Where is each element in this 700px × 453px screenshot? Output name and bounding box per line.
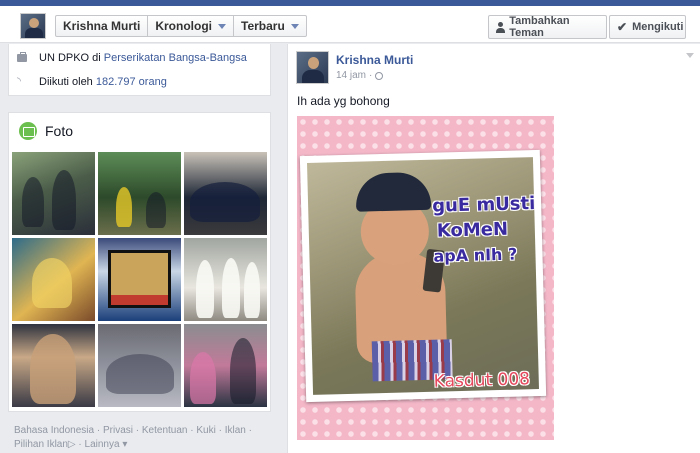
photo-icon	[19, 122, 37, 140]
post-author-avatar[interactable]	[296, 51, 329, 84]
breadcrumb: Krishna Murti Kronologi Terbaru	[55, 15, 307, 37]
footer-link-ad-choices[interactable]: Pilihan Iklan	[14, 439, 68, 450]
footer-link-cookies[interactable]: Kuki	[196, 425, 215, 436]
ad-choices-icon: ▷	[67, 439, 76, 450]
globe-icon[interactable]	[375, 71, 384, 80]
photos-header[interactable]: Foto	[19, 122, 73, 140]
post-author-name[interactable]: Krishna Murti	[336, 53, 413, 67]
add-person-icon	[496, 21, 506, 33]
meme-caption-line-1: guE mUsti	[431, 193, 536, 217]
footer-link-ads[interactable]: Iklan	[225, 425, 246, 436]
post-timestamp[interactable]: 14 jam	[336, 70, 366, 81]
footer-links: Bahasa Indonesia · Privasi · Ketentuan ·…	[14, 425, 252, 450]
following-button[interactable]: ✔ Mengikuti	[609, 15, 686, 39]
followers-row: ◝ Diikuti oleh 182.797 orang	[17, 76, 167, 88]
post-meta: 14 jam ·	[336, 70, 384, 81]
work-row: UN DPKO di Perserikatan Bangsa-Bangsa	[17, 51, 247, 65]
chevron-down-icon: ▾	[122, 439, 128, 450]
meme-watermark: Kasdut 008	[433, 369, 531, 392]
photo-grid	[12, 152, 268, 407]
photo-thumbnail[interactable]	[12, 152, 95, 235]
post-options-chevron-icon[interactable]	[686, 53, 694, 58]
intro-card: UN DPKO di Perserikatan Bangsa-Bangsa ◝ …	[8, 44, 271, 96]
footer-link-privacy[interactable]: Privasi	[103, 425, 133, 436]
child-photo: guE mUsti KoMeN apA nIh ? Kasdut 008	[307, 157, 539, 395]
checkmark-icon: ✔	[617, 20, 628, 34]
polaroid-frame: guE mUsti KoMeN apA nIh ? Kasdut 008	[299, 149, 547, 403]
photo-thumbnail[interactable]	[184, 238, 267, 321]
timeline-post: Krishna Murti 14 jam · Ih ada yg bohong …	[287, 44, 700, 453]
breadcrumb-profile-name[interactable]: Krishna Murti	[56, 16, 149, 36]
photo-thumbnail[interactable]	[98, 324, 181, 407]
breadcrumb-timeline-dropdown[interactable]: Kronologi	[148, 16, 234, 36]
photo-thumbnail[interactable]	[12, 324, 95, 407]
post-text: Ih ada yg bohong	[297, 94, 390, 108]
photo-thumbnail[interactable]	[98, 238, 181, 321]
add-friend-button[interactable]: Tambahkan Teman	[488, 15, 607, 39]
photos-title: Foto	[45, 123, 74, 139]
footer-link-terms[interactable]: Ketentuan	[142, 425, 188, 436]
briefcase-icon	[17, 52, 27, 62]
profile-avatar-small[interactable]	[20, 13, 46, 39]
footer-link-language[interactable]: Bahasa Indonesia	[14, 425, 94, 436]
work-org-link[interactable]: Perserikatan Bangsa-Bangsa	[104, 52, 247, 64]
photos-card: Foto	[8, 112, 271, 412]
timeline-header: Krishna Murti Kronologi Terbaru Tambahka…	[0, 6, 700, 43]
feed-icon: ◝	[17, 76, 21, 87]
post-image[interactable]: guE mUsti KoMeN apA nIh ? Kasdut 008	[297, 116, 554, 440]
photo-thumbnail[interactable]	[98, 152, 181, 235]
photo-thumbnail[interactable]	[12, 238, 95, 321]
chevron-down-icon	[290, 23, 299, 29]
meme-caption-line-3: apA nIh ?	[433, 244, 518, 266]
photo-thumbnail[interactable]	[184, 152, 267, 235]
meme-caption-line-2: KoMeN	[436, 218, 509, 242]
chevron-down-icon	[218, 23, 226, 29]
footer-link-more[interactable]: Lainnya	[85, 439, 120, 450]
meme-caption: guE mUsti KoMeN apA nIh ?	[432, 191, 539, 269]
breadcrumb-recent-dropdown[interactable]: Terbaru	[234, 16, 306, 36]
photo-thumbnail[interactable]	[184, 324, 267, 407]
followers-link[interactable]: 182.797 orang	[96, 76, 167, 88]
